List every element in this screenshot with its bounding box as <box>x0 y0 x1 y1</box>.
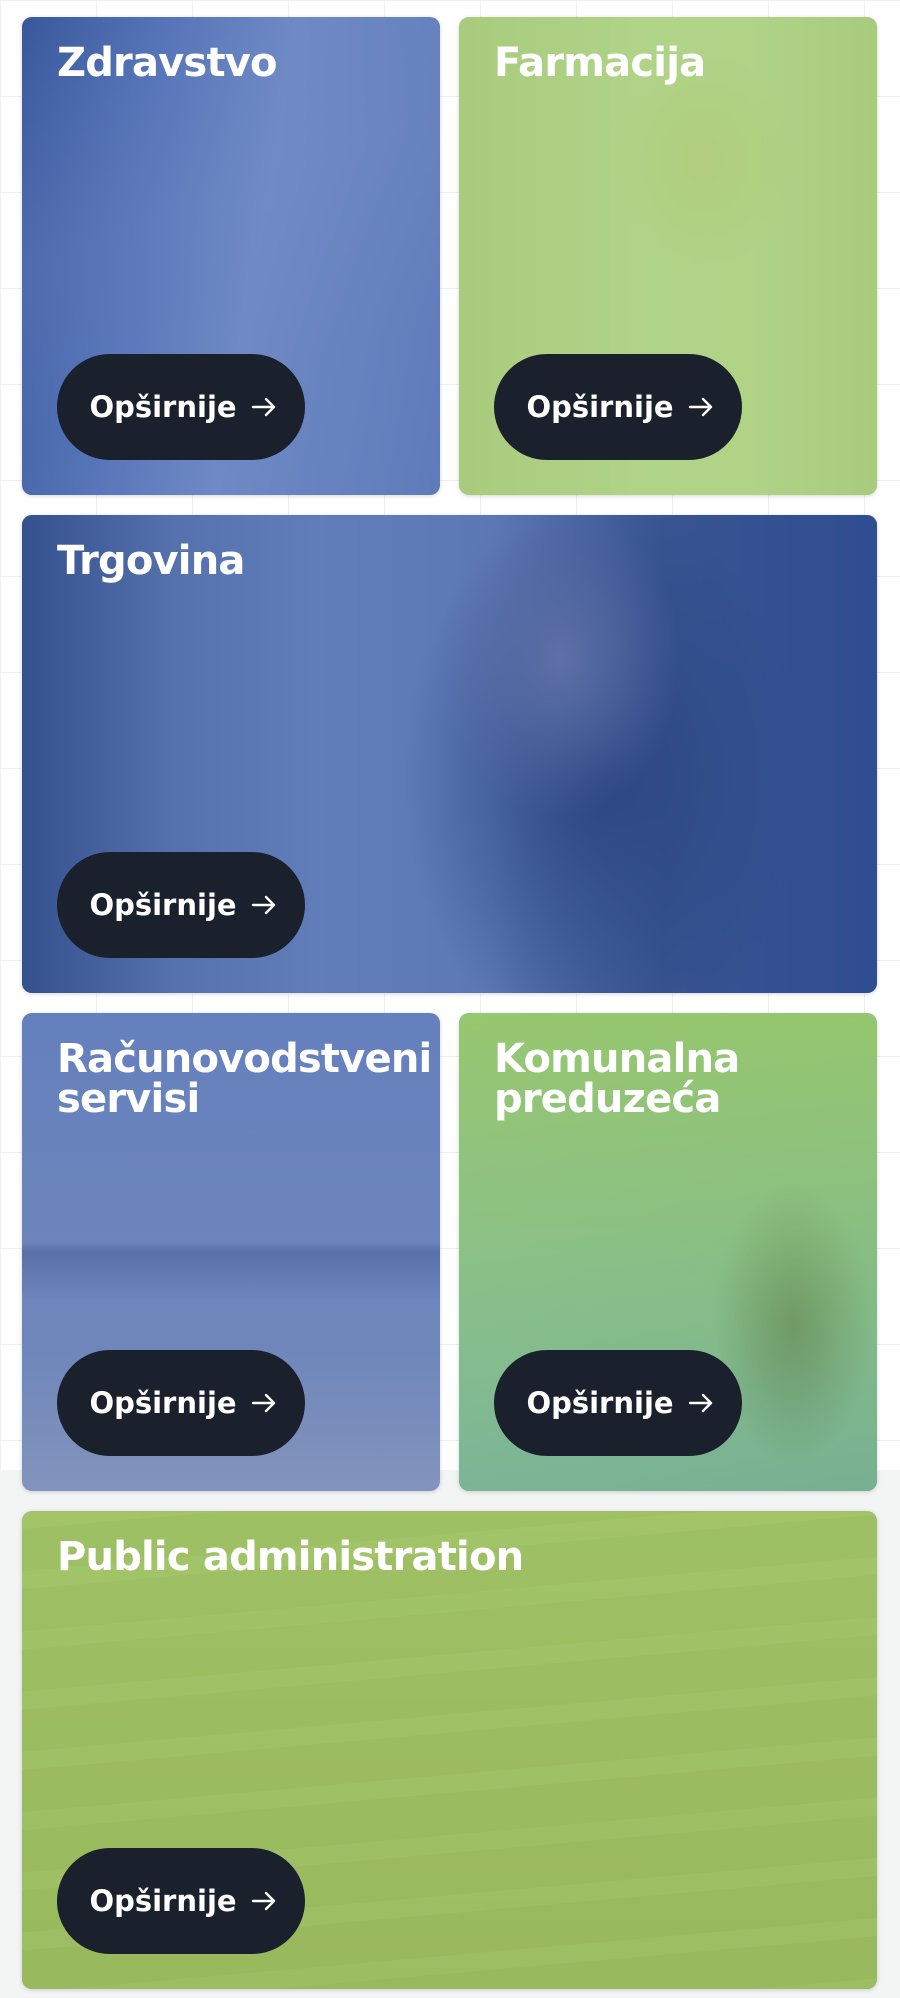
arrow-right-icon <box>688 397 714 417</box>
more-button-label: Opširnije <box>89 1884 237 1918</box>
card-public-administration[interactable]: Public administration Opširnije <box>22 1511 877 1989</box>
more-button-label: Opširnije <box>526 1386 674 1420</box>
card-title: Public administration <box>57 1534 524 1580</box>
card-title-line: preduzeća <box>494 1076 721 1122</box>
card-title-line: servisi <box>57 1076 200 1122</box>
more-button[interactable]: Opširnije <box>57 354 305 460</box>
more-button[interactable]: Opširnije <box>57 1350 305 1456</box>
card-zdravstvo[interactable]: Zdravstvo Opširnije <box>22 17 440 495</box>
more-button[interactable]: Opširnije <box>57 1848 305 1954</box>
arrow-right-icon <box>251 895 277 915</box>
card-title: Zdravstvo <box>57 40 278 86</box>
card-title: Komunalna preduzeća <box>494 1039 847 1119</box>
more-button[interactable]: Opširnije <box>57 852 305 958</box>
card-title: Računovodstveni servisi <box>57 1039 432 1122</box>
more-button-label: Opširnije <box>526 390 674 424</box>
arrow-right-icon <box>688 1393 714 1413</box>
more-button-label: Opširnije <box>89 390 237 424</box>
more-button[interactable]: Opširnije <box>494 354 742 460</box>
more-button-label: Opširnije <box>89 1386 237 1420</box>
arrow-right-icon <box>251 1891 277 1911</box>
card-farmacija[interactable]: Farmacija Opširnije <box>459 17 877 495</box>
card-trgovina[interactable]: Trgovina Opširnije <box>22 515 877 993</box>
card-racunovodstveni-servisi[interactable]: Računovodstveni servisi Opširnije <box>22 1013 440 1491</box>
more-button[interactable]: Opširnije <box>494 1350 742 1456</box>
card-komunalna-preduzeca[interactable]: Komunalna preduzeća Opširnije <box>459 1013 877 1491</box>
card-title: Trgovina <box>57 538 245 584</box>
arrow-right-icon <box>251 1393 277 1413</box>
more-button-label: Opširnije <box>89 888 237 922</box>
arrow-right-icon <box>251 397 277 417</box>
card-title: Farmacija <box>494 40 706 86</box>
